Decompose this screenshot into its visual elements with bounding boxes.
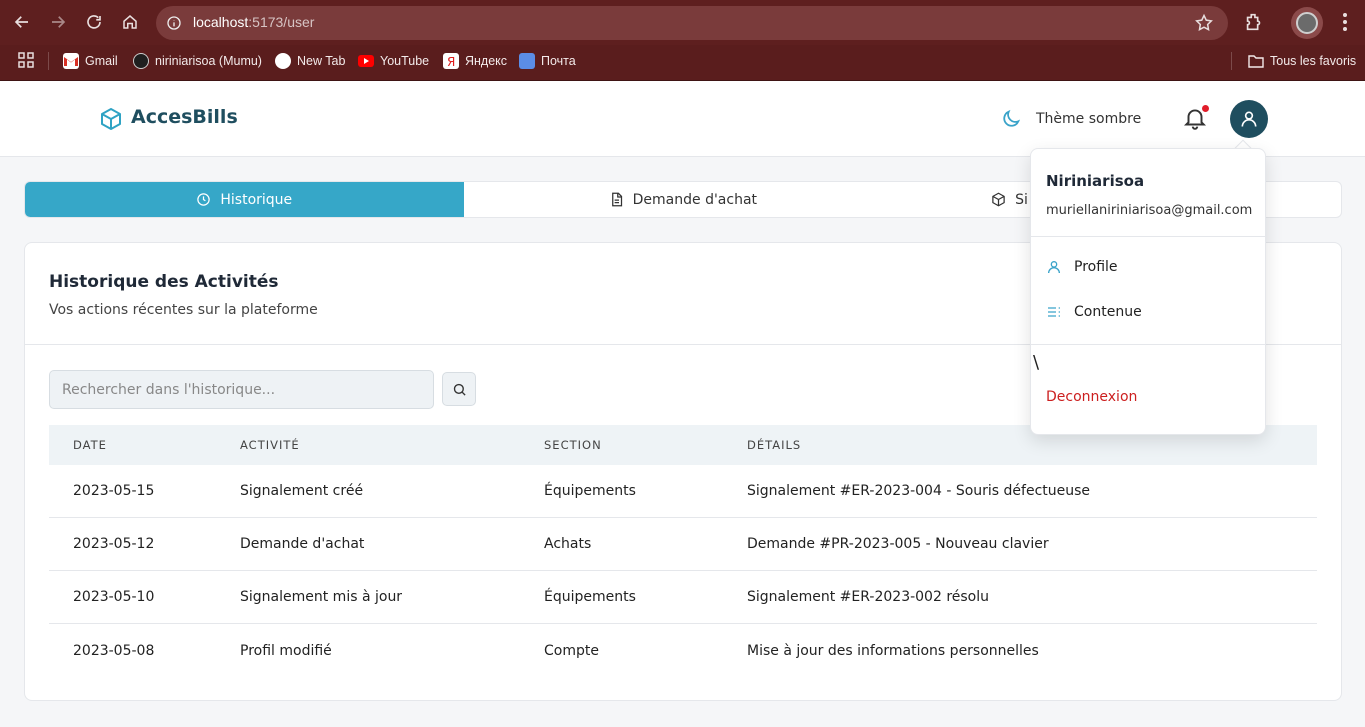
apps-grid-icon[interactable] [18,52,34,68]
browser-toolbar: localhost:5173/user [0,0,1365,45]
card-subtitle: Vos actions récentes sur la plateforme [49,302,318,318]
table-row[interactable]: 2023-05-08 Profil modifié Compte Mise à … [49,624,1317,677]
gmail-icon [63,53,79,69]
bookmark-label: Tous les favoris [1270,54,1357,68]
theme-toggle-button[interactable]: Thème sombre [1000,104,1141,134]
bookmark-label: New Tab [297,54,346,68]
site-info-icon[interactable] [164,13,184,33]
bookmark-youtube[interactable]: YouTube [358,52,429,70]
menu-item-profile[interactable]: Profile [1046,255,1118,279]
history-search-input[interactable] [49,370,434,409]
menu-divider [1031,344,1265,345]
tab-label: Si [1015,191,1028,208]
table-row[interactable]: 2023-05-10 Signalement mis à jour Équipe… [49,571,1317,624]
search-button[interactable] [442,372,476,406]
bookmark-label: niriniarisoa (Mumu) [155,54,262,68]
document-icon [611,192,622,207]
cell-section: Équipements [544,483,636,499]
user-avatar-button[interactable] [1230,100,1268,138]
user-icon [1048,261,1060,274]
reload-icon[interactable] [82,10,106,34]
forward-icon[interactable] [46,10,70,34]
tab-label: Historique [220,191,293,208]
user-dropdown-menu: Niriniarisoa muriellaniriniarisoa@gmail.… [1030,148,1266,435]
bookmark-separator [1231,52,1232,70]
bookmark-yandex[interactable]: Я Яндекс [443,52,507,70]
cell-section: Équipements [544,589,636,605]
globe-icon [275,53,291,69]
cell-activity: Signalement créé [240,483,364,499]
moon-icon [1003,109,1021,127]
url-text[interactable]: localhost:5173/user [193,14,314,30]
brand-name[interactable]: AccesBills [131,106,238,128]
cell-activity: Profil modifié [240,642,332,659]
tab-demande-achat[interactable]: Demande d'achat [464,182,903,217]
home-icon[interactable] [118,10,142,34]
cell-details: Demande #PR-2023-005 - Nouveau clavier [747,536,1049,552]
history-table: DATE ACTIVITÉ SECTION DÉTAILS 2023-05-15… [49,425,1317,677]
list-icon [1048,307,1060,317]
tab-label: Demande d'achat [632,191,758,208]
bookmark-label: YouTube [380,54,430,68]
cell-section: Compte [544,642,599,659]
bookmark-new-tab[interactable]: New Tab [275,52,345,70]
cell-activity: Demande d'achat [240,536,365,552]
search-icon [453,383,466,396]
cell-activity: Signalement mis à jour [240,589,403,605]
cube-logo-icon [99,107,123,131]
menu-divider [1031,236,1265,237]
yandex-icon: Я [443,53,459,69]
table-row[interactable]: 2023-05-12 Demande d'achat Achats Demand… [49,518,1317,571]
bookmark-star-icon[interactable] [1194,13,1214,33]
clock-icon [197,193,211,206]
column-header-details[interactable]: DÉTAILS [747,438,1317,452]
youtube-icon [358,55,374,67]
browser-profile-avatar[interactable] [1291,7,1323,39]
cell-date: 2023-05-08 [73,642,155,659]
cell-details: Signalement #ER-2023-002 résolu [747,589,990,605]
column-header-date[interactable]: DATE [49,438,240,452]
svg-text:Я: Я [447,55,455,69]
back-icon[interactable] [10,10,34,34]
card-title: Historique des Activités [49,272,279,292]
notification-badge [1202,105,1209,112]
column-header-section[interactable]: SECTION [544,438,747,452]
user-name: Niriniarisoa [1046,172,1145,190]
user-icon [1241,111,1257,127]
user-email: muriellaniriniarisoa@gmail.com [1046,203,1253,218]
menu-item-contenue[interactable]: Contenue [1046,300,1142,324]
extensions-icon[interactable] [1243,11,1265,33]
folder-icon [1248,54,1264,68]
all-bookmarks[interactable]: Tous les favoris [1248,52,1356,70]
cell-date: 2023-05-10 [73,589,155,605]
bookmark-separator [48,52,49,70]
bookmark-github[interactable]: niriniarisoa (Mumu) [133,52,262,70]
app-header: AccesBills Thème sombre [0,81,1365,157]
menu-item-label: Profile [1074,259,1118,275]
cell-date: 2023-05-12 [73,536,155,552]
cell-date: 2023-05-15 [73,483,155,499]
cell-details: Signalement #ER-2023-004 - Souris défect… [747,483,1091,499]
box-icon [992,192,1005,207]
table-row[interactable]: 2023-05-15 Signalement créé Équipements … [49,465,1317,518]
bookmark-mail[interactable]: Почта [519,52,576,70]
address-bar[interactable]: localhost:5173/user [156,6,1228,40]
bookmark-label: Почта [541,54,576,68]
menu-item-label: Contenue [1074,304,1142,320]
bookmark-label: Яндекс [465,54,508,68]
github-icon [133,53,149,69]
bookmark-gmail[interactable]: Gmail [63,52,118,70]
column-header-activite[interactable]: ACTIVITÉ [240,438,544,452]
browser-menu-icon[interactable] [1335,11,1355,33]
tab-historique[interactable]: Historique [25,182,464,217]
cell-section: Achats [544,536,592,552]
mail-icon [519,53,535,69]
logout-button[interactable]: Deconnexion [1046,389,1137,405]
theme-toggle-label: Thème sombre [1036,111,1142,127]
cell-details: Mise à jour des informations personnelle… [747,642,1039,659]
bookmark-label: Gmail [85,54,118,68]
stray-text: \ [1033,352,1040,373]
